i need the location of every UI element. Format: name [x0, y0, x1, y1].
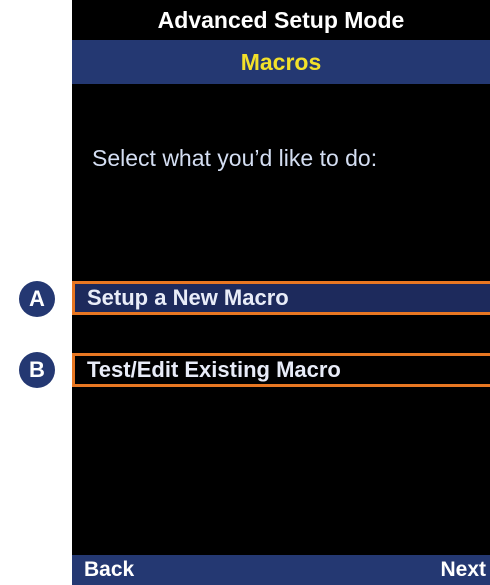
next-softkey[interactable]: Next	[440, 555, 486, 585]
softkey-bar: Back Next	[72, 555, 490, 585]
screen-title: Advanced Setup Mode	[72, 0, 490, 40]
callout-badge-a: A	[19, 281, 55, 317]
device-screen: Advanced Setup Mode Macros Select what y…	[72, 0, 490, 585]
callout-badge-b: B	[19, 352, 55, 388]
section-header: Macros	[72, 40, 490, 84]
back-softkey[interactable]: Back	[84, 555, 134, 585]
menu-item-test-edit-macro[interactable]: Test/Edit Existing Macro	[72, 353, 490, 387]
prompt-text: Select what you’d like to do:	[92, 145, 378, 171]
menu-item-setup-new-macro[interactable]: Setup a New Macro	[72, 281, 490, 315]
page: A B Advanced Setup Mode Macros Select wh…	[0, 0, 490, 585]
menu-item-label: Setup a New Macro	[87, 285, 289, 310]
menu-item-label: Test/Edit Existing Macro	[87, 357, 341, 382]
